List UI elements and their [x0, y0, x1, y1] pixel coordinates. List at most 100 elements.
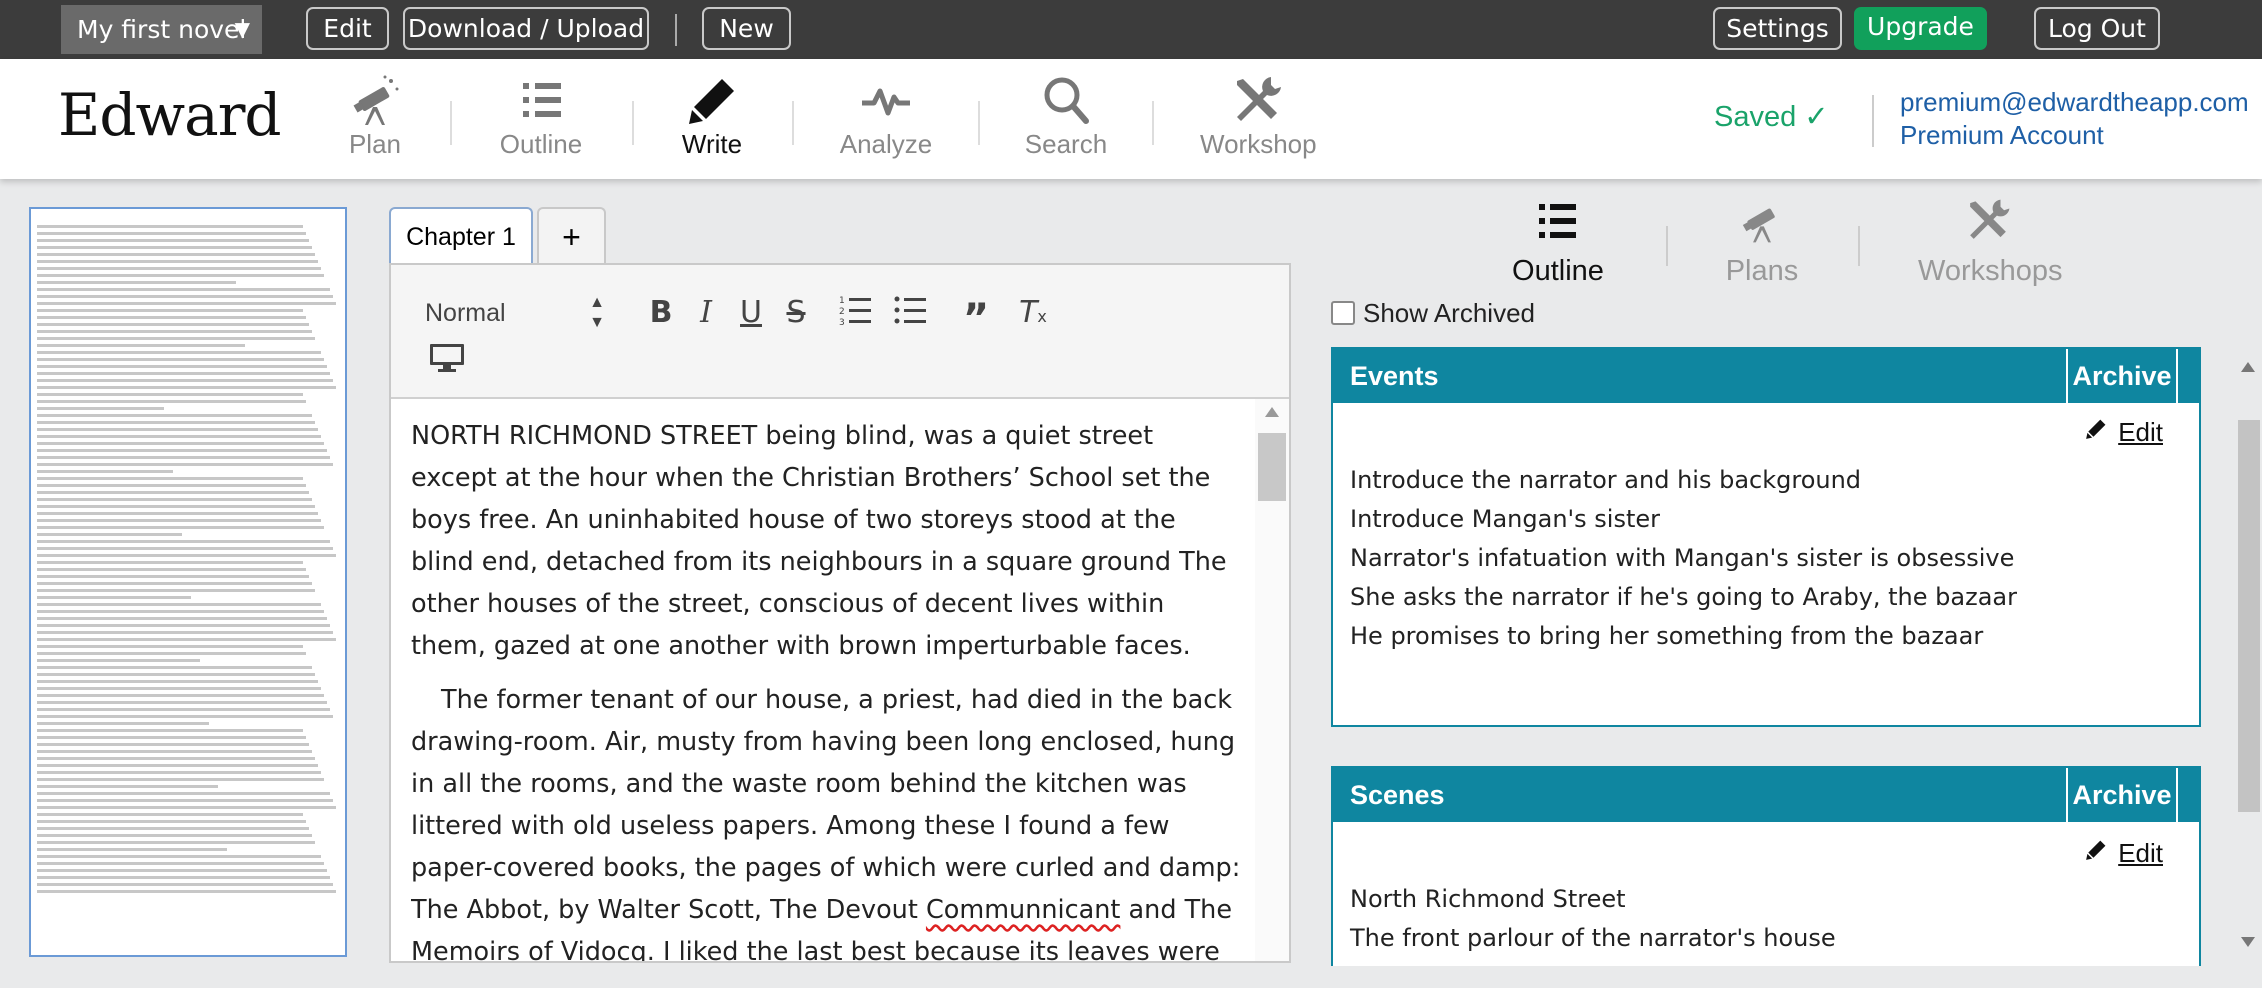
thumbnail-line [37, 519, 321, 522]
nav-divider [792, 101, 794, 145]
list-item[interactable]: Introduce the narrator and his backgroun… [1350, 461, 2017, 500]
upgrade-button[interactable]: Upgrade [1854, 7, 1987, 50]
nav-analyze[interactable]: Analyze [837, 59, 935, 179]
thumbnail-line [37, 589, 315, 592]
panel-tab-divider [1858, 226, 1860, 266]
scroll-up-icon[interactable] [2241, 362, 2255, 372]
thumbnail-line [37, 638, 336, 641]
panel-scrollbar[interactable] [2233, 350, 2262, 957]
list-item[interactable]: She asks the narrator if he's going to A… [1350, 578, 2017, 617]
settings-button[interactable]: Settings [1713, 7, 1842, 50]
nav-write[interactable]: Write [677, 59, 747, 179]
thumbnail-line [37, 505, 315, 508]
panel-tab-outline[interactable]: Outline [1508, 196, 1608, 288]
thumbnail-line [37, 561, 303, 564]
scenes-archive-button[interactable]: Archive [2066, 768, 2178, 822]
clear-format-icon[interactable]: Tx [1013, 293, 1053, 333]
scroll-down-icon[interactable] [2241, 937, 2255, 947]
thumbnail-line [37, 288, 330, 291]
nav-divider [1152, 101, 1154, 145]
thumbnail-line [37, 652, 306, 655]
select-arrows-icon: ▲ ▼ [589, 294, 605, 331]
thumbnail-line [37, 470, 173, 473]
thumbnail-line [37, 533, 182, 536]
list-item[interactable]: North Richmond Street [1350, 880, 1836, 919]
scroll-thumb[interactable] [1258, 433, 1286, 501]
pencil-icon [2084, 838, 2108, 869]
nav-plan[interactable]: Plan [335, 59, 415, 179]
logout-button[interactable]: Log Out [2034, 7, 2160, 50]
thumbnail-line [37, 309, 303, 312]
show-archived-label: Show Archived [1363, 298, 1535, 328]
page-thumbnail[interactable] [29, 207, 347, 957]
show-archived-checkbox[interactable] [1331, 301, 1355, 325]
edward-logo[interactable]: Edward [58, 81, 282, 149]
pencil-icon [2084, 417, 2108, 448]
thumbnail-line [37, 435, 321, 438]
svg-text:2: 2 [839, 307, 845, 317]
editor-scrollbar[interactable] [1255, 399, 1289, 961]
thumbnail-line [37, 673, 315, 676]
strikethrough-icon[interactable]: S [776, 293, 816, 333]
thumbnail-line [37, 715, 333, 718]
thumbnail-line [37, 743, 309, 746]
add-chapter-button[interactable]: + [537, 207, 606, 265]
panel-tab-plans[interactable]: Plans [1722, 196, 1802, 288]
telescope-icon [1742, 208, 1775, 243]
blockquote-icon[interactable]: ” [956, 293, 996, 342]
thumbnail-line [37, 372, 330, 375]
events-edit-button[interactable]: Edit [2084, 417, 2163, 448]
misspelled-word[interactable]: Communnicant [926, 895, 1120, 925]
italic-icon[interactable]: I [686, 293, 726, 333]
new-novel-button[interactable]: New [702, 7, 791, 50]
thumbnail-line [37, 645, 303, 648]
show-archived-toggle[interactable]: Show Archived [1331, 298, 1535, 329]
scroll-thumb[interactable] [2238, 420, 2260, 812]
account-email-link[interactable]: premium@edwardtheapp.com [1900, 87, 2249, 118]
thumbnail-line [37, 421, 315, 424]
events-header: Events Archive [1333, 349, 2199, 403]
events-list: Introduce the narrator and his backgroun… [1350, 461, 2017, 656]
ordered-list-icon[interactable]: 123 [836, 293, 876, 333]
list-item[interactable]: He promises to bring her something from … [1350, 617, 2017, 656]
thumbnail-line [37, 281, 237, 284]
bullet-list-icon[interactable] [891, 293, 931, 333]
divider [675, 14, 677, 46]
thumbnail-line [37, 365, 327, 368]
thumbnail-line [37, 785, 219, 788]
underline-icon[interactable]: U [731, 293, 771, 333]
list-item[interactable]: The front parlour of the narrator's hous… [1350, 919, 1836, 958]
thumbnail-line [37, 442, 324, 445]
panel-tab-workshops[interactable]: Workshops [1918, 196, 2063, 288]
nav-outline[interactable]: Outline [495, 59, 587, 179]
monitor-icon[interactable] [427, 343, 467, 383]
edit-label: Edit [2118, 417, 2163, 447]
scenes-edit-button[interactable]: Edit [2084, 838, 2163, 869]
manuscript-text[interactable]: NORTH RICHMOND STREET being blind, was a… [411, 415, 1243, 961]
thumbnail-line [37, 246, 312, 249]
thumbnail-line [37, 890, 336, 893]
novel-select[interactable]: My first novel ▼ [61, 5, 262, 54]
thumbnail-line [37, 855, 321, 858]
nav-search[interactable]: Search [1022, 59, 1110, 179]
events-archive-button[interactable]: Archive [2066, 349, 2178, 403]
thumbnail-line [37, 848, 228, 851]
thumbnail-line [37, 330, 312, 333]
thumbnail-line [37, 484, 306, 487]
bold-icon[interactable]: B [641, 293, 681, 333]
scroll-up-icon[interactable] [1265, 407, 1279, 417]
thumbnail-line [37, 862, 324, 865]
tab-chapter-1[interactable]: Chapter 1 [389, 207, 533, 265]
list-item[interactable]: Introduce Mangan's sister [1350, 500, 2017, 539]
thumbnail-line [37, 407, 164, 410]
format-select[interactable]: Normal ▲ ▼ [425, 293, 605, 333]
thumbnail-line [37, 302, 336, 305]
nav-workshop[interactable]: Workshop [1200, 59, 1317, 179]
tools-icon [1970, 199, 2010, 239]
thumbnail-line [37, 491, 309, 494]
account-type-link[interactable]: Premium Account [1900, 120, 2104, 151]
list-item[interactable]: Narrator's infatuation with Mangan's sis… [1350, 539, 2017, 578]
thumbnail-line [37, 456, 330, 459]
edit-novel-button[interactable]: Edit [306, 7, 389, 50]
download-upload-button[interactable]: Download / Upload [403, 7, 649, 50]
